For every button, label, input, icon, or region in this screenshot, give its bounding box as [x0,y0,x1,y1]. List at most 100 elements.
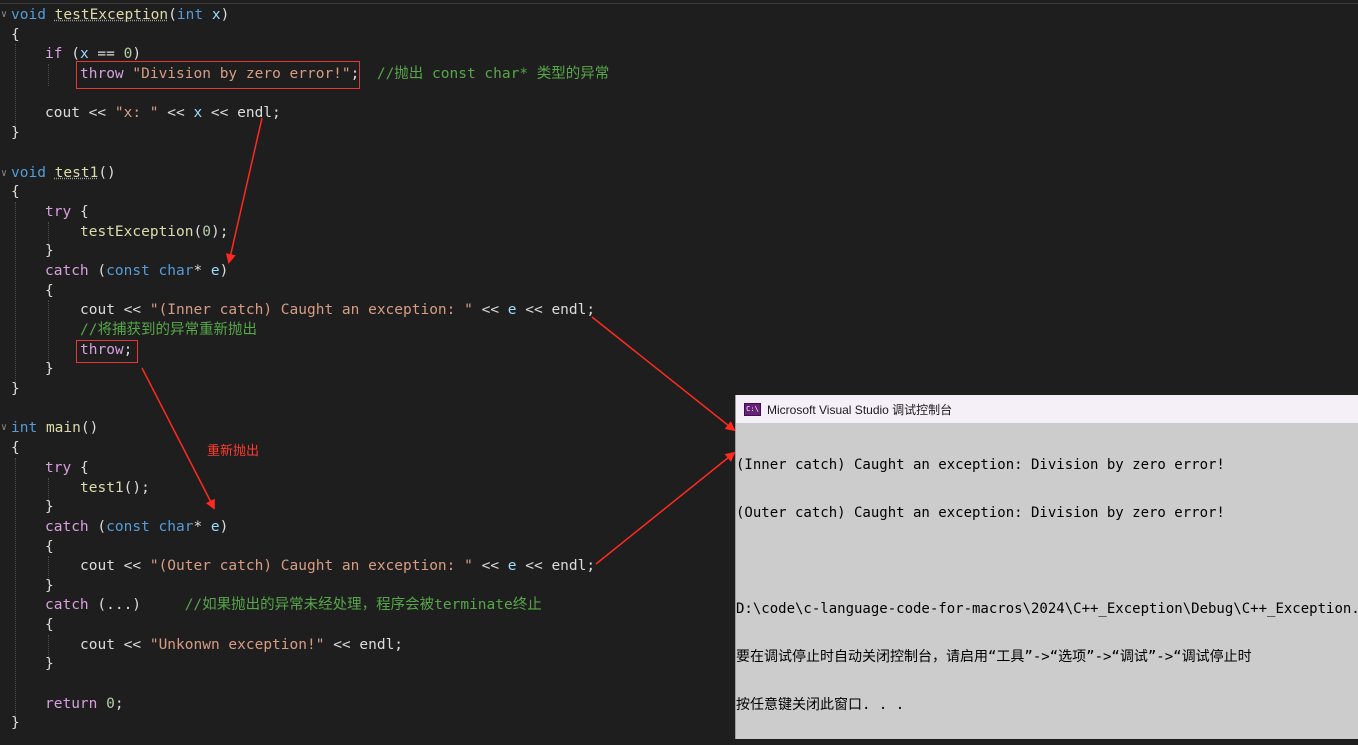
punct: ( [97,263,107,279]
function-call: test1 [80,480,124,496]
keyword: catch [45,597,89,613]
punct: * [193,263,203,279]
comment: //如果抛出的异常未经处理，程序会被terminate终止 [184,597,542,613]
debug-console-window[interactable]: C:\ Microsoft Visual Studio 调试控制台 (Inner… [735,395,1358,739]
console-line: 要在调试停止时自动关闭控制台，请启用“工具”->“选项”->“调试”->“调试停… [736,649,1252,665]
indent-guide [48,64,50,86]
operator: << [481,302,500,318]
keyword: int [11,420,38,436]
console-line: 按任意键关闭此窗口. . . [736,697,905,713]
code-line: cout << "x: " << x << endl; [45,103,281,123]
keyword: try [45,204,72,220]
punct: ) [219,519,229,535]
code-line: testException(0); [80,222,228,242]
function-call: testException [80,224,194,240]
keyword: int [176,7,204,23]
variable: x [79,46,89,62]
identifier: cout << [80,637,142,653]
punct: ) [220,7,230,23]
code-line: { [11,440,20,456]
punct: (...) [97,597,142,613]
string-literal: "x: " [114,105,159,121]
keyword: try [45,460,72,476]
console-title-bar[interactable]: C:\ Microsoft Visual Studio 调试控制台 [736,395,1358,423]
code-line: void test1() [11,163,116,183]
variable: e [507,302,517,318]
indent-guide [15,202,17,384]
keyword: char [158,519,194,535]
number: 0 [202,224,211,240]
highlight-box-throw-string [76,61,360,89]
identifier: << endl; [525,302,596,318]
punct: ; [114,696,124,712]
fold-chevron-icon[interactable]: ∨ [1,168,7,179]
code-line: { [45,283,54,299]
operator: == [97,46,115,62]
code-line: { [11,184,20,200]
string-literal: "(Inner catch) Caught an exception: " [149,302,473,318]
identifier: << endl; [525,558,596,574]
identifier: cout << [80,302,142,318]
punct: () [80,420,99,436]
punct: () [98,165,116,181]
punct: ) [132,46,142,62]
number: 0 [106,696,115,712]
code-line: } [45,499,54,515]
identifier: cout [45,105,80,121]
punct: * [193,519,203,535]
highlight-box-rethrow [76,340,138,363]
code-line: } [11,381,20,397]
code-line: } [45,656,54,672]
rethrow-annotation-label: 重新抛出 [207,444,260,459]
variable: x [193,105,203,121]
punct: ( [71,46,80,62]
keyword: if [45,46,63,62]
comment: //将捕获到的异常重新抛出 [80,322,257,338]
console-line: (Inner catch) Caught an exception: Divis… [736,457,1225,473]
code-line: } [11,125,20,141]
punct: ( [168,7,177,23]
code-line: catch (...) //如果抛出的异常未经处理，程序会被terminate终… [45,595,542,615]
punct: ( [193,224,203,240]
param: e [210,263,220,279]
code-line: } [45,361,54,377]
punct: ) [219,263,229,279]
fold-chevron-icon[interactable]: ∨ [1,9,7,20]
code-line: try { [45,202,89,222]
identifier: << endl; [333,637,404,653]
punct: ); [210,224,229,240]
console-app-icon: C:\ [744,402,761,416]
keyword: char [158,263,194,279]
console-title: Microsoft Visual Studio 调试控制台 [767,402,953,417]
code-line: catch (const char* e) [45,261,228,281]
console-line: D:\code\c-language-code-for-macros\2024\… [736,601,1358,617]
keyword: catch [45,263,89,279]
code-line: { [45,617,54,633]
function-name: test1 [54,165,99,181]
keyword: const [106,263,150,279]
indent-guide [15,458,17,718]
indent-guide [15,44,17,128]
code-line: } [45,243,54,259]
code-line: cout << "Unkonwn exception!" << endl; [80,635,403,655]
comment: //抛出 const char* 类型的异常 [376,66,610,82]
keyword: return [45,696,98,712]
code-line: } [11,715,20,731]
string-literal: "(Outer catch) Caught an exception: " [149,558,473,574]
console-line: (Outer catch) Caught an exception: Divis… [736,505,1225,521]
code-line: test1(); [80,478,150,498]
code-line: cout << "(Inner catch) Caught an excepti… [80,300,595,320]
punct: { [79,204,89,220]
identifier: << endl; [210,105,281,121]
code-line: cout << "(Outer catch) Caught an excepti… [80,556,595,576]
keyword: catch [45,519,89,535]
identifier: cout << [80,558,142,574]
code-line: catch (const char* e) [45,517,228,537]
fold-chevron-icon[interactable]: ∨ [1,422,7,433]
code-line: { [11,27,20,43]
function-name: testException [54,7,169,23]
function-name: main [45,420,81,436]
punct: ( [97,519,107,535]
operator: << [481,558,500,574]
